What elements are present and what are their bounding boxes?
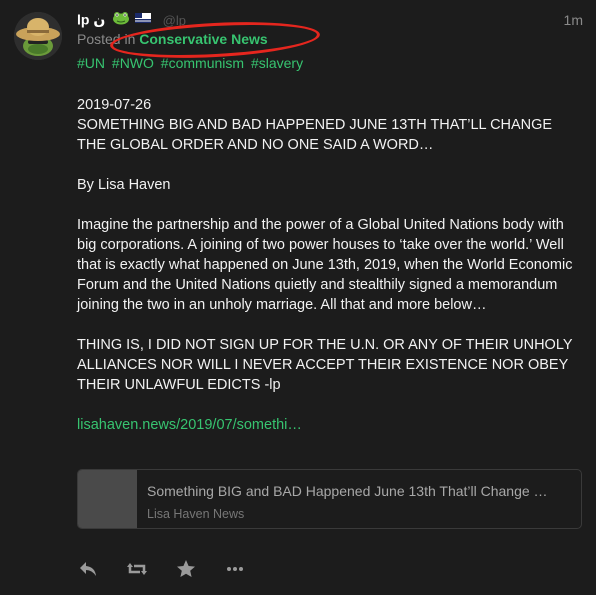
status-post: lp ن @lp 1m Posted in Conservative News … [0, 0, 596, 595]
display-name[interactable]: lp ن [77, 12, 105, 28]
reply-button[interactable] [77, 558, 99, 580]
hashtag-link[interactable]: #slavery [251, 55, 303, 71]
name-emoji [112, 11, 152, 30]
hashtag-link[interactable]: #UN [77, 55, 105, 71]
post-date: 2019-07-26 [77, 97, 152, 113]
reply-icon [80, 562, 96, 576]
flag-icon [135, 13, 152, 23]
group-link[interactable]: Conservative News [139, 31, 267, 47]
post-header: lp ن @lp [77, 11, 596, 31]
link-preview-card[interactable]: Something BIG and BAD Happened June 13th… [77, 469, 582, 529]
hashtags: #UN #NWO #communism #slavery [77, 55, 306, 71]
article-link[interactable]: lisahaven.news/2019/07/somethi… [77, 417, 302, 433]
posted-in-line: Posted in Conservative News [77, 31, 268, 47]
post-content: 2019-07-26 SOMETHING BIG AND BAD HAPPENE… [77, 95, 582, 455]
posted-in-label: Posted in [77, 31, 136, 47]
post-comment: THING IS, I DID NOT SIGN UP FOR THE U.N.… [77, 337, 573, 393]
card-source: Lisa Haven News [147, 507, 245, 521]
post-byline: By Lisa Haven [77, 177, 171, 193]
favorite-button[interactable] [175, 558, 197, 580]
more-button[interactable] [224, 558, 246, 580]
hashtag-link[interactable]: #communism [161, 55, 244, 71]
card-thumbnail [78, 470, 137, 528]
post-headline: SOMETHING BIG AND BAD HAPPENED JUNE 13TH… [77, 117, 553, 153]
favorite-icon [177, 560, 195, 577]
post-paragraph: Imagine the partnership and the power of… [77, 217, 573, 313]
timestamp[interactable]: 1m [564, 12, 583, 28]
repost-icon [127, 563, 147, 575]
more-icon [227, 567, 243, 571]
card-title: Something BIG and BAD Happened June 13th… [147, 483, 548, 499]
frog-icon [112, 12, 129, 25]
hat-frog-avatar-icon [14, 12, 62, 60]
hashtag-link[interactable]: #NWO [112, 55, 154, 71]
user-handle[interactable]: @lp [163, 13, 186, 28]
repost-button[interactable] [126, 558, 148, 580]
avatar[interactable] [14, 12, 62, 60]
